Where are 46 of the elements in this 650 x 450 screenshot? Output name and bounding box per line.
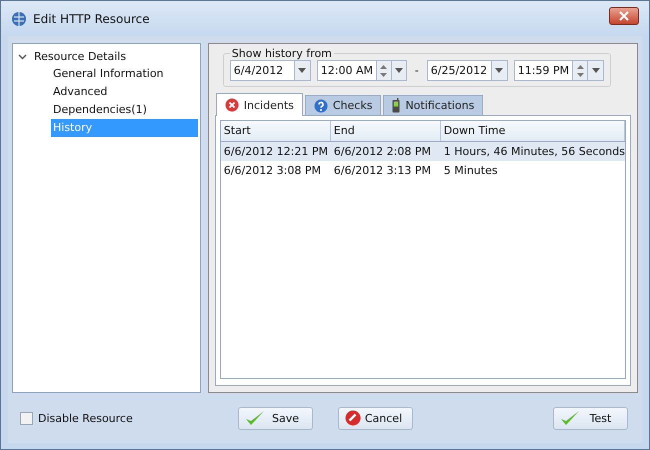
table-row[interactable]: 6/6/2012 12:21 PM 6/6/2012 2:08 PM 1 Hours, 46 Minutes, 56 Seconds <box>220 142 625 161</box>
tree-item[interactable]: Resource Details <box>34 50 126 62</box>
error-icon <box>224 98 239 112</box>
date-picker[interactable]: 6/25/2012 <box>426 60 508 81</box>
spinner-arrows-icon[interactable] <box>380 64 388 78</box>
tab[interactable]: Checks <box>304 95 382 115</box>
cancel-button[interactable]: Cancel <box>338 406 413 430</box>
checkmark-icon <box>560 410 580 426</box>
time-picker[interactable]: 11:59 PM <box>514 60 604 81</box>
table-cell-text: 6/6/2012 2:08 PM <box>332 144 432 160</box>
tree-item[interactable]: Advanced <box>51 83 198 101</box>
dropdown-arrow-icon[interactable] <box>394 68 403 73</box>
column-header[interactable]: End <box>330 121 441 141</box>
table-cell-text: 1 Hours, 46 Minutes, 56 Seconds <box>442 144 625 160</box>
column-header[interactable]: Start <box>220 121 331 141</box>
column-header[interactable]: Down Time <box>440 121 625 141</box>
ok-button[interactable]: Save <box>238 406 313 430</box>
tab[interactable]: Notifications <box>383 95 484 115</box>
ok-button[interactable]: Test <box>553 406 628 430</box>
window-title: Edit HTTP Resource <box>33 12 151 26</box>
no-entry-icon <box>345 410 361 426</box>
globe-icon <box>11 10 27 26</box>
range-separator: - <box>414 64 419 77</box>
checkbox-label: Disable Resource <box>38 412 133 424</box>
tab[interactable]: Incidents <box>216 93 303 116</box>
table-cell-text: 6/6/2012 3:08 PM <box>222 163 322 179</box>
table-row[interactable]: 6/6/2012 3:08 PM 6/6/2012 3:13 PM 5 Minutes <box>220 161 625 180</box>
dropdown-arrow-icon[interactable] <box>298 68 306 73</box>
table-cell-text: 5 Minutes <box>442 163 499 179</box>
close-button[interactable] <box>609 6 639 24</box>
chevron-icon[interactable] <box>18 52 27 60</box>
close-icon <box>619 10 629 20</box>
checkmark-icon <box>245 410 265 426</box>
group-legend: Show history from <box>230 47 334 60</box>
dropdown-arrow-icon[interactable] <box>592 68 600 73</box>
tree-item[interactable]: General Information <box>51 65 198 83</box>
tree-item[interactable]: Dependencies(1) <box>51 101 198 119</box>
dropdown-arrow-icon[interactable] <box>495 68 504 73</box>
checkbox[interactable] <box>20 412 33 424</box>
phone-icon <box>392 98 400 113</box>
help-icon <box>314 98 328 112</box>
table-cell-text: 6/6/2012 3:13 PM <box>332 163 432 179</box>
table-cell-text: 6/6/2012 12:21 PM <box>222 144 330 160</box>
date-picker[interactable]: 6/4/2012 <box>230 60 311 81</box>
time-picker[interactable]: 12:00 AM <box>316 60 407 81</box>
spinner-arrows-icon[interactable] <box>576 64 584 78</box>
